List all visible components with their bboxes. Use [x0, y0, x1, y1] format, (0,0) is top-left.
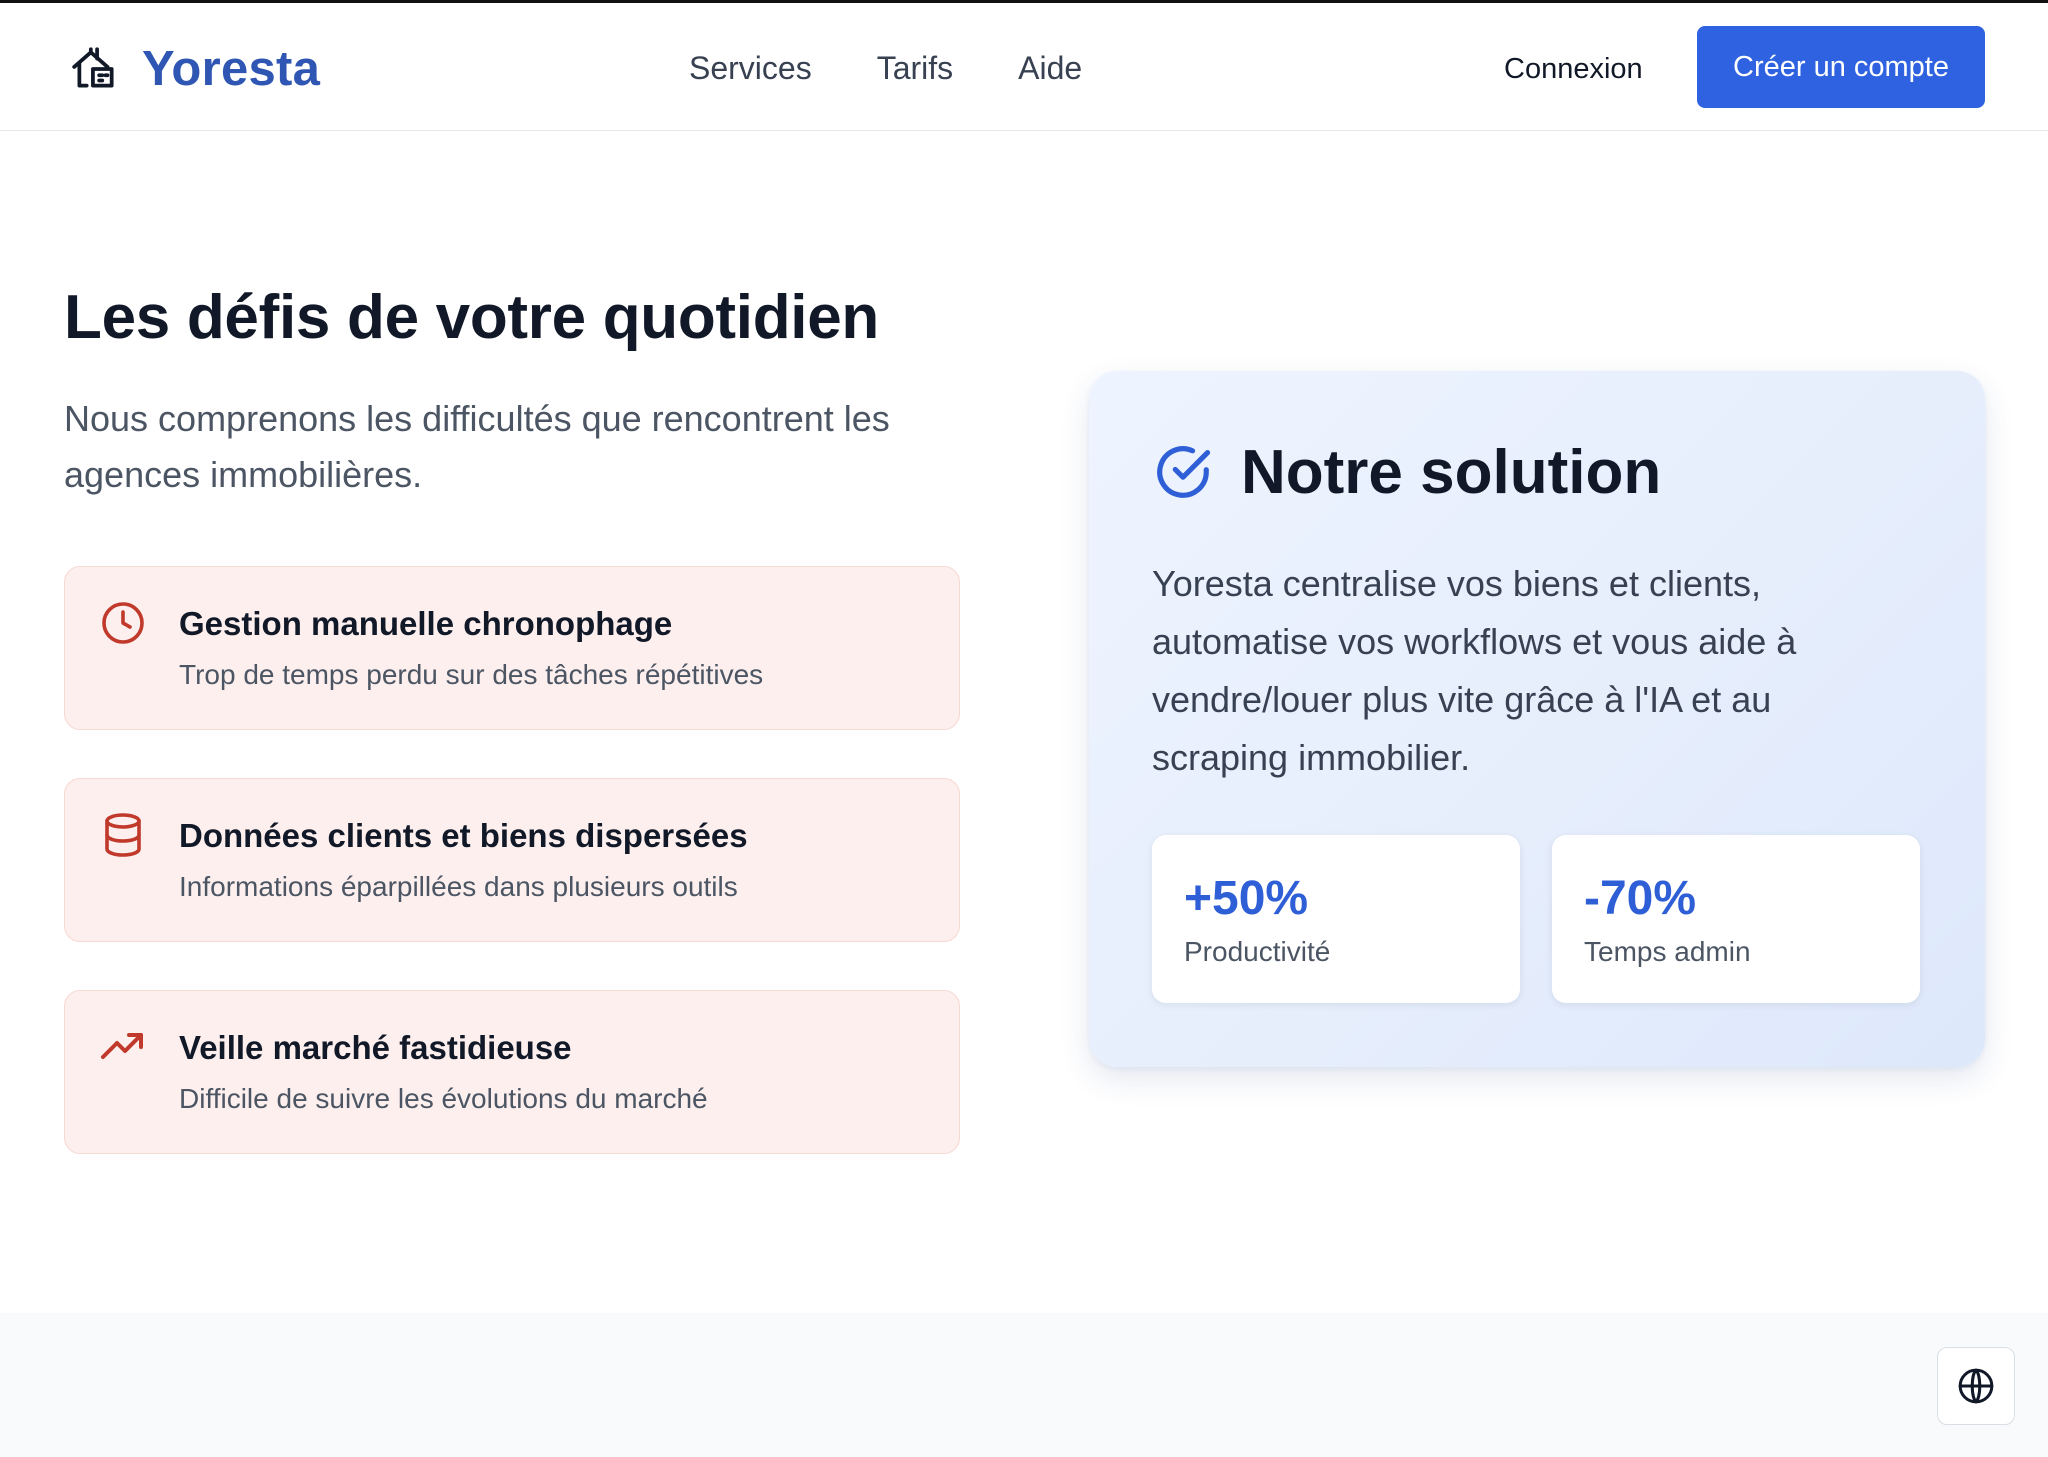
database-icon: [105, 813, 141, 857]
solution-desc: Yoresta centralise vos biens et clients,…: [1152, 563, 1797, 778]
nav-tarifs[interactable]: Tarifs: [877, 48, 953, 88]
house-icon: [72, 47, 114, 88]
challenges-title: Les défis de votre quotidien: [64, 283, 879, 352]
challenge-title: Gestion manuelle chronophage: [179, 605, 673, 642]
check-circle-icon: [1157, 446, 1211, 498]
clock-icon: [102, 602, 144, 644]
challenge-card: Données clients et biens dispersées Info…: [64, 778, 960, 942]
site-header: Yoresta Services Tarifs Aide Connexion C…: [0, 3, 2048, 131]
stat-value: -70%: [1584, 872, 1697, 925]
stat-label: Productivité: [1184, 936, 1331, 967]
stat-label: Temps admin: [1584, 936, 1751, 967]
solution-card: Notre solution Yoresta centralise vos bi…: [1089, 371, 1985, 1067]
challenges-intro: Nous comprenons les difficultés que renc…: [64, 398, 890, 495]
stat-card-productivity: +50% Productivité: [1152, 835, 1520, 1003]
trending-up-icon: [101, 1033, 143, 1059]
challenge-desc: Difficile de suivre les évolutions du ma…: [179, 1083, 708, 1114]
globe-icon: [1958, 1368, 1994, 1404]
challenge-desc: Trop de temps perdu sur des tâches répét…: [179, 659, 764, 690]
nav-services[interactable]: Services: [689, 48, 812, 88]
challenge-desc: Informations éparpillées dans plusieurs …: [179, 871, 738, 902]
brand-logo[interactable]: Yoresta: [70, 41, 320, 97]
brand-name: Yoresta: [142, 42, 321, 96]
create-account-button[interactable]: Créer un compte: [1697, 26, 1985, 108]
stat-value: +50%: [1184, 872, 1309, 925]
nav-aide[interactable]: Aide: [1018, 48, 1082, 88]
login-link[interactable]: Connexion: [1504, 51, 1643, 87]
challenge-card: Veille marché fastidieuse Difficile de s…: [64, 990, 960, 1154]
solution-title: Notre solution: [1241, 438, 1662, 507]
main-nav: Services Tarifs Aide: [689, 48, 1082, 88]
stat-card-admin-time: -70% Temps admin: [1552, 835, 1920, 1003]
challenge-title: Veille marché fastidieuse: [179, 1029, 572, 1066]
language-button[interactable]: [1937, 1347, 2015, 1425]
footer-section: [0, 1313, 2048, 1457]
challenge-title: Données clients et biens dispersées: [179, 817, 748, 854]
challenge-card: Gestion manuelle chronophage Trop de tem…: [64, 566, 960, 730]
